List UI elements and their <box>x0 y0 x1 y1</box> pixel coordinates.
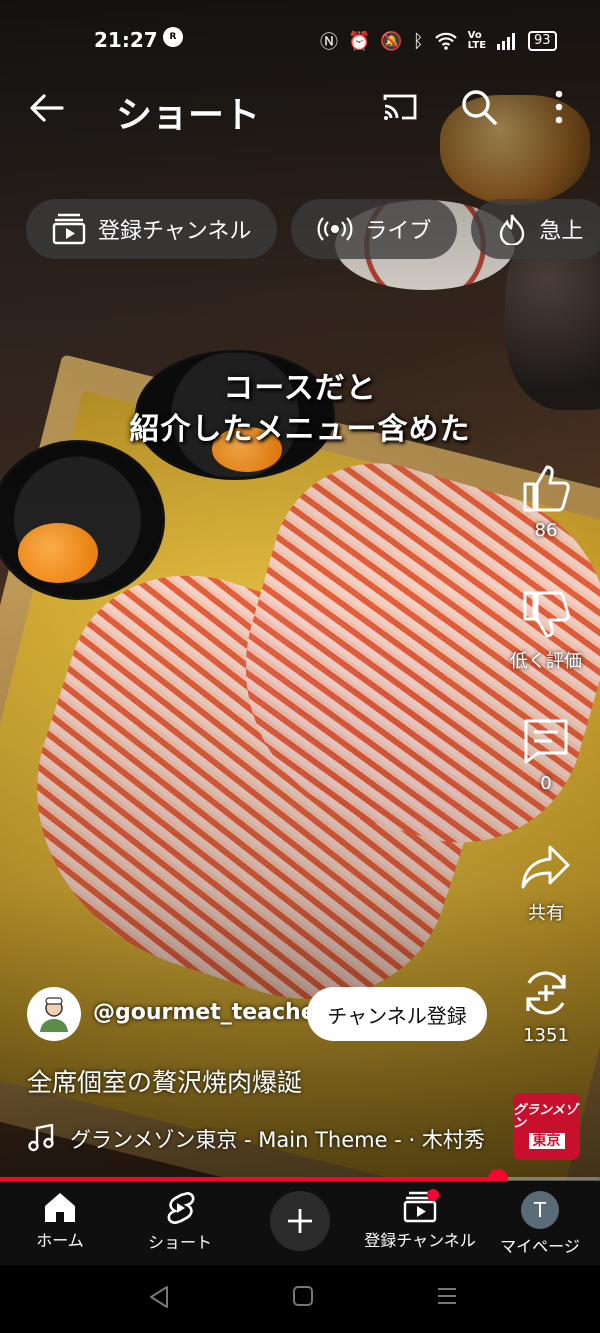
alarm-icon: ⏰ <box>348 30 371 52</box>
system-home-icon[interactable] <box>292 1285 314 1307</box>
share-label: 共有 <box>528 903 564 924</box>
chef-avatar-icon <box>40 997 68 1032</box>
nav-me[interactable]: T マイページ <box>480 1191 600 1257</box>
cast-icon[interactable] <box>382 92 418 122</box>
create-button[interactable] <box>270 1191 330 1251</box>
subscribe-button[interactable]: チャンネル登録 <box>307 987 487 1041</box>
nav-home[interactable]: ホーム <box>0 1191 120 1251</box>
dislike-label: 低く評価 <box>510 651 582 672</box>
user-avatar: T <box>521 1191 559 1229</box>
channel-avatar[interactable] <box>27 987 81 1041</box>
share-button[interactable]: 共有 <box>500 841 592 925</box>
bluetooth-icon: ᛒ <box>412 30 424 52</box>
filter-chips: 登録チャンネル ライブ 急上 <box>26 199 600 259</box>
remix-count: 1351 <box>523 1025 569 1046</box>
music-note-icon <box>28 1124 54 1152</box>
nav-subscriptions-label: 登録チャンネル <box>364 1231 476 1250</box>
system-back-icon[interactable] <box>148 1285 170 1309</box>
status-bar: 21:27 R Ⓝ ⏰ 🔕 ᛒ Vo LTE 93 <box>0 24 600 58</box>
live-icon <box>317 217 353 241</box>
nfc-icon: Ⓝ <box>320 32 338 53</box>
chip-live[interactable]: ライブ <box>291 199 458 259</box>
dislike-button[interactable]: 低く評価 <box>500 589 592 673</box>
chip-label: 登録チャンネル <box>98 219 252 244</box>
home-icon <box>45 1193 75 1222</box>
system-nav-bar <box>0 1265 600 1333</box>
thumbs-up-icon <box>523 465 570 512</box>
remix-button[interactable]: 1351 <box>500 967 592 1046</box>
sound-thumb-title: グランメゾン <box>513 1103 578 1131</box>
more-options-icon[interactable] <box>548 88 570 126</box>
search-icon[interactable] <box>460 88 498 126</box>
remix-icon <box>526 971 566 1015</box>
nav-home-label: ホーム <box>36 1231 84 1250</box>
video-title[interactable]: 全席個室の贅沢焼肉爆誕 <box>27 1063 302 1099</box>
plus-icon <box>288 1209 312 1233</box>
video-caption-line2: 紹介したメニュー含めた <box>129 412 471 447</box>
chip-trending[interactable]: 急上 <box>471 199 600 259</box>
nav-shorts-label: ショート <box>147 1233 212 1252</box>
music-track[interactable]: グランメゾン東京 - Main Theme - · 木村秀 <box>70 1124 495 1154</box>
new-content-badge <box>427 1189 439 1201</box>
page-title: ショート <box>116 95 261 136</box>
nav-me-label: マイページ <box>500 1237 580 1256</box>
sound-thumbnail[interactable]: グランメゾン 東京 <box>513 1093 580 1160</box>
chip-subscriptions[interactable]: 登録チャンネル <box>26 199 278 259</box>
thumbs-down-icon <box>523 591 570 638</box>
channel-handle[interactable]: @gourmet_teacher <box>93 1000 327 1025</box>
battery-icon: 93 <box>528 31 557 51</box>
shorts-icon <box>167 1192 195 1224</box>
back-arrow-icon[interactable] <box>28 92 64 124</box>
comments-button[interactable]: 0 <box>500 715 592 794</box>
comment-icon <box>524 719 568 764</box>
nav-shorts[interactable]: ショート <box>120 1191 240 1253</box>
mute-icon: 🔕 <box>380 30 403 52</box>
chip-label: ライブ <box>365 219 432 244</box>
bottom-nav: ホーム ショート 登録チャンネル T マイページ <box>0 1181 600 1265</box>
app-header: ショート <box>0 80 600 136</box>
video-caption-line1: コースだと <box>223 371 377 406</box>
rlink-icon: R <box>163 27 183 47</box>
system-recents-icon[interactable] <box>436 1285 458 1307</box>
volte-icon: Vo LTE <box>467 30 487 51</box>
wifi-icon <box>434 32 457 50</box>
subscriptions-icon <box>52 213 86 245</box>
trending-icon <box>500 214 525 245</box>
chip-label: 急上 <box>539 219 584 244</box>
like-count: 86 <box>534 520 558 541</box>
signal-icon <box>497 33 516 50</box>
like-button[interactable]: 86 <box>500 462 592 541</box>
status-time: 21:27 <box>94 28 158 52</box>
comment-count: 0 <box>540 773 552 794</box>
sound-thumb-subtitle: 東京 <box>528 1133 565 1149</box>
nav-subscriptions[interactable]: 登録チャンネル <box>360 1189 480 1251</box>
share-icon <box>521 845 570 889</box>
